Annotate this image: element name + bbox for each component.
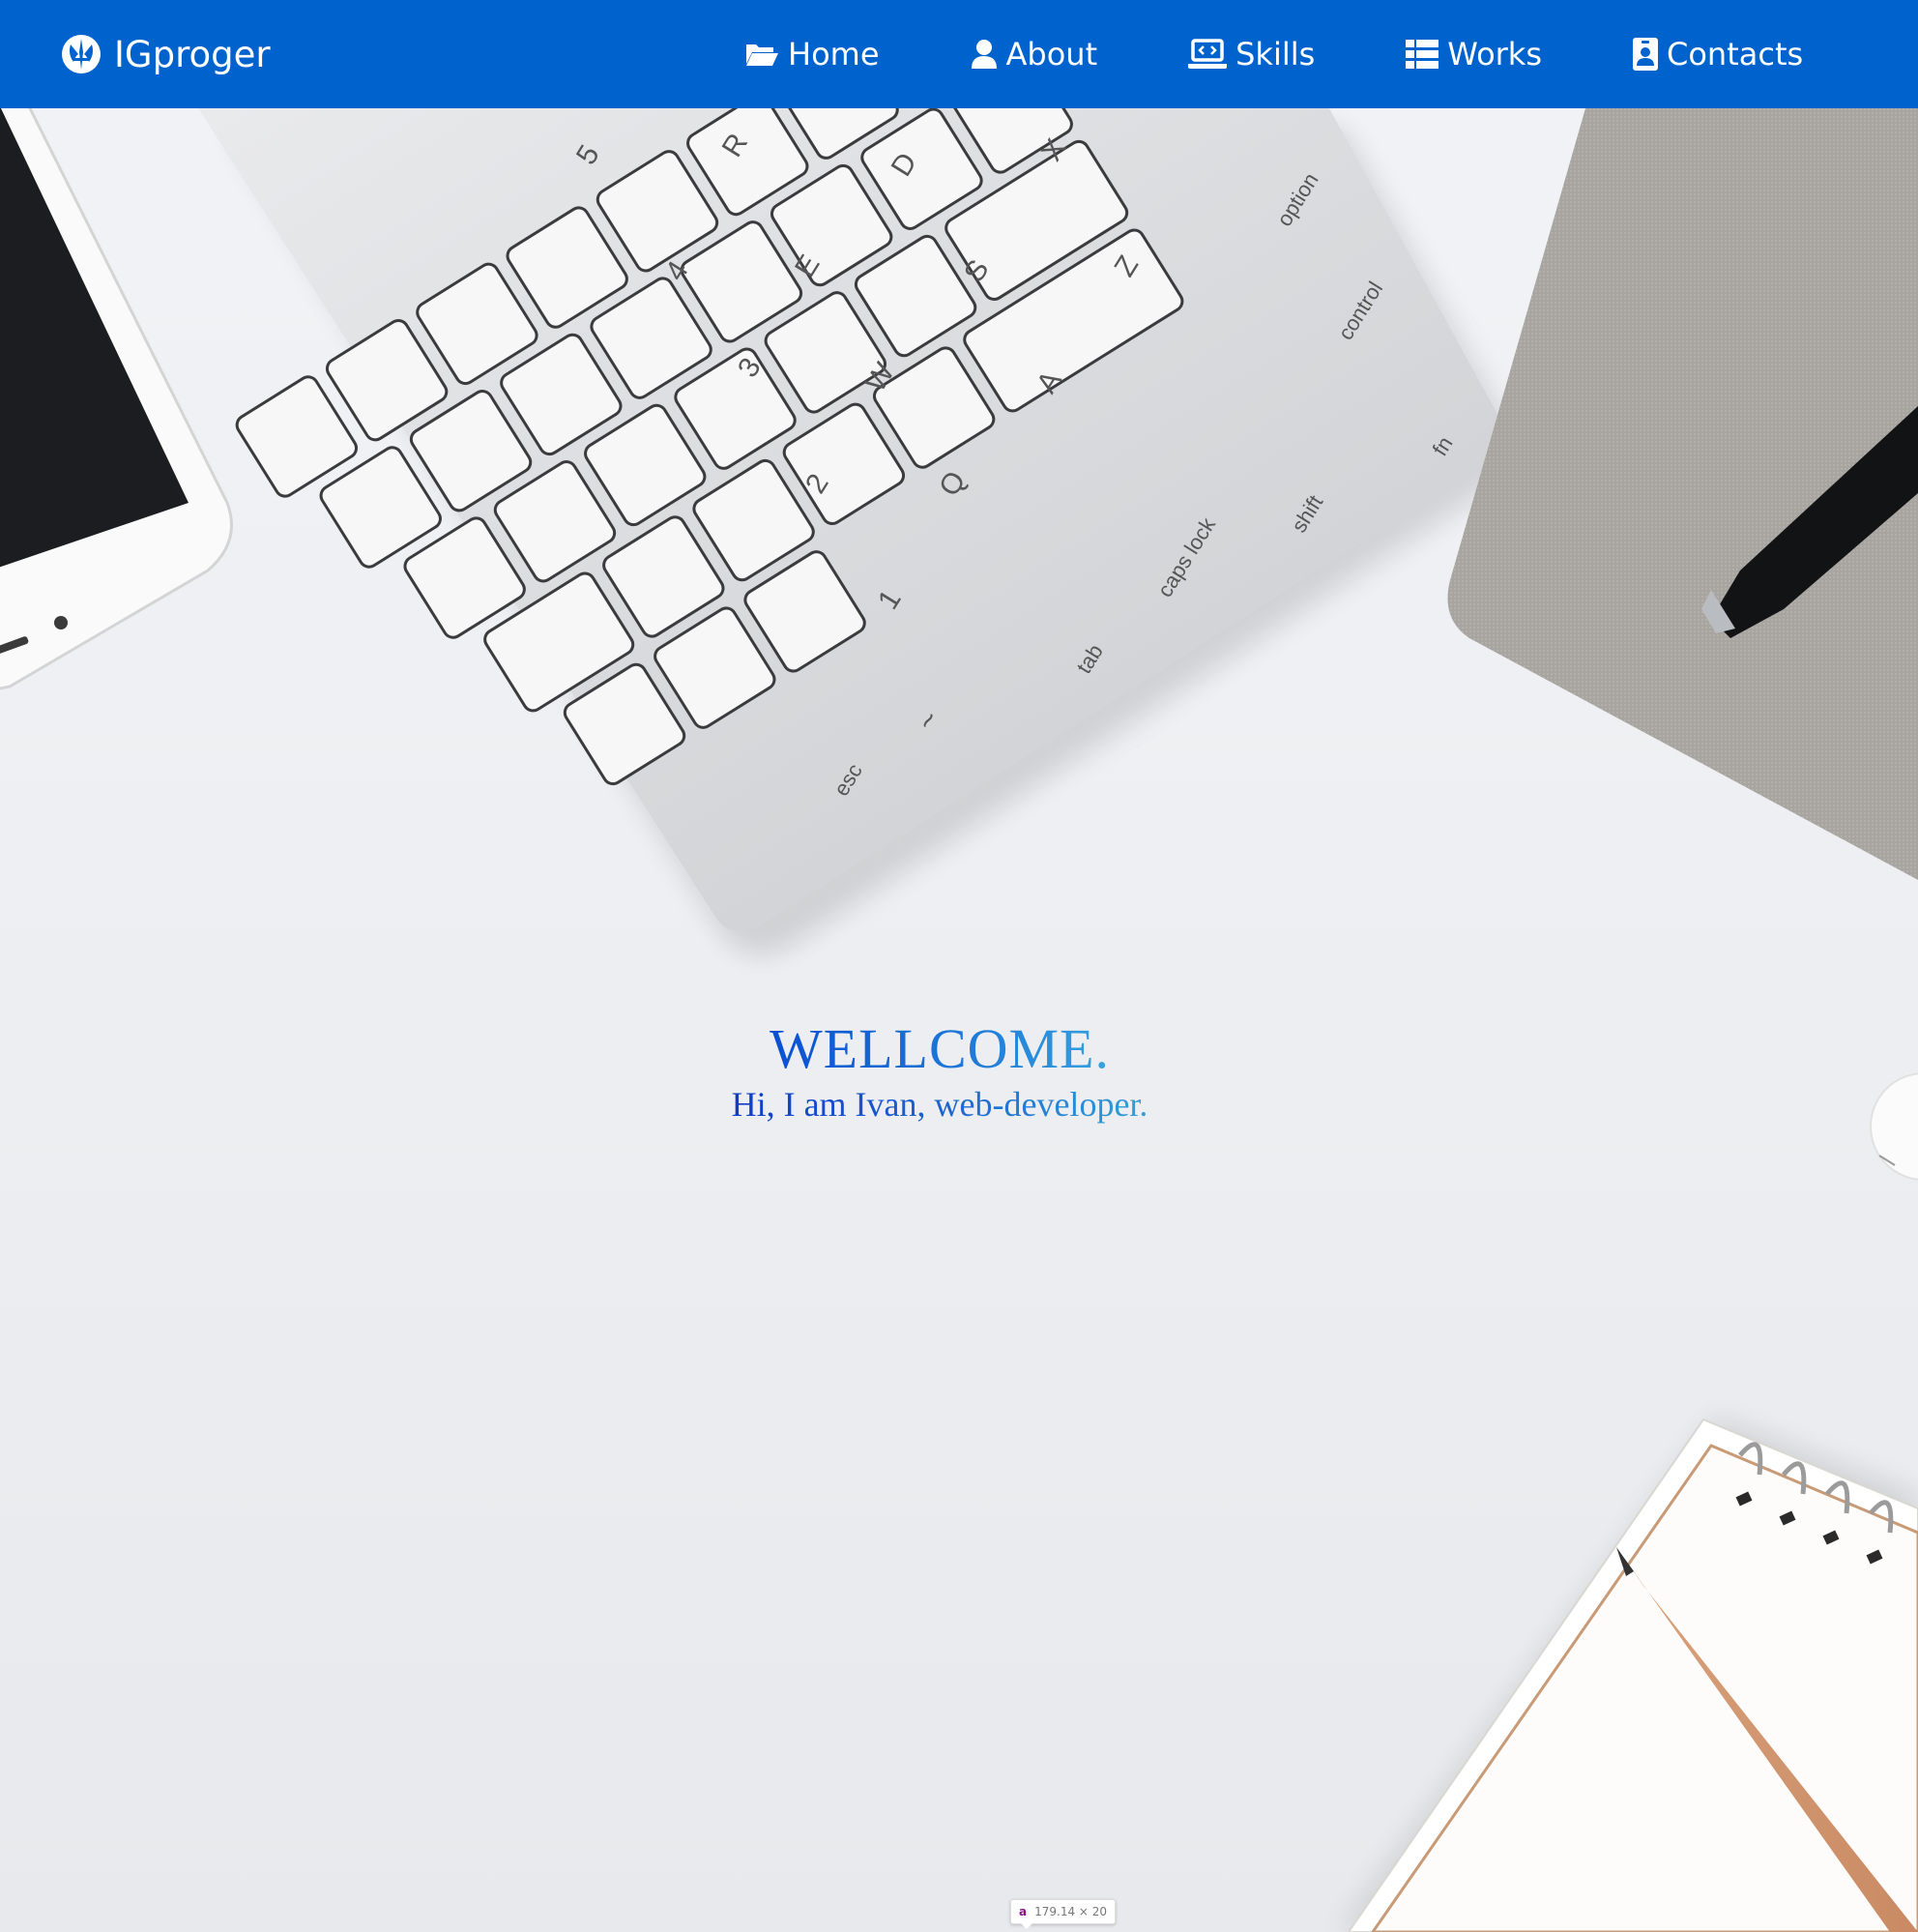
laptop-code-icon bbox=[1188, 39, 1228, 70]
notebook-pen-image bbox=[1447, 108, 1918, 880]
nav-item-about[interactable]: About bbox=[971, 0, 1098, 108]
brand-link[interactable]: IGproger bbox=[60, 33, 271, 75]
phone-image bbox=[0, 85, 233, 690]
devtools-tooltip: a 179.14 × 20 bbox=[1010, 1899, 1117, 1929]
tooltip-dimensions: 179.14 × 20 bbox=[1034, 1905, 1108, 1918]
nav-item-label: Home bbox=[788, 36, 880, 73]
notepad-image bbox=[1339, 1417, 1918, 1932]
jedi-order-icon bbox=[60, 33, 102, 75]
nav-item-label: Contacts bbox=[1667, 36, 1804, 73]
nav-item-contacts[interactable]: Contacts bbox=[1633, 0, 1803, 108]
nav-item-works[interactable]: Works bbox=[1406, 0, 1542, 108]
brand-name: IGproger bbox=[114, 33, 271, 75]
hero-section: 5 R D X E S Z 4 3 W A 2 Q 1 ~ esc tab ca… bbox=[0, 0, 1918, 1932]
nav-item-home[interactable]: Home bbox=[744, 0, 880, 108]
keyboard-image: 5 R D X E S Z 4 3 W A 2 Q 1 ~ esc tab ca… bbox=[198, 0, 1516, 955]
welcome-block: WELLCOME. Hi, I am Ivan, web-developer. bbox=[0, 1015, 1879, 1126]
welcome-title: WELLCOME. bbox=[770, 1015, 1110, 1083]
tooltip-tag: a bbox=[1019, 1905, 1028, 1918]
welcome-subtitle[interactable]: Hi, I am Ivan, web-developer. bbox=[732, 1083, 1148, 1126]
th-list-icon bbox=[1406, 40, 1439, 69]
user-icon bbox=[971, 39, 998, 70]
nav-item-label: Works bbox=[1447, 36, 1542, 73]
nav-item-label: About bbox=[1005, 36, 1098, 73]
folder-open-icon bbox=[744, 41, 779, 68]
hero-background-image: 5 R D X E S Z 4 3 W A 2 Q 1 ~ esc tab ca… bbox=[0, 0, 1918, 1932]
nav-menu: Home About Skills Works Contacts bbox=[744, 0, 1803, 108]
navbar: IGproger Home About Skills Works Contact… bbox=[0, 0, 1918, 108]
nav-item-skills[interactable]: Skills bbox=[1188, 0, 1315, 108]
nav-item-label: Skills bbox=[1235, 36, 1316, 73]
address-card-icon bbox=[1633, 38, 1658, 71]
